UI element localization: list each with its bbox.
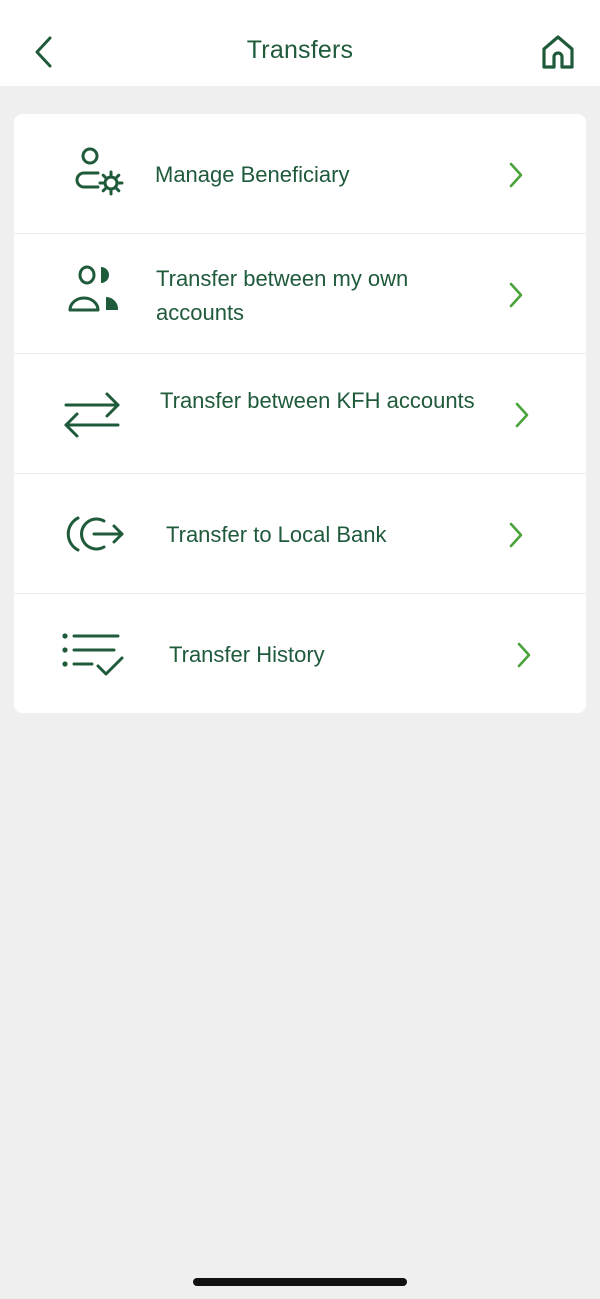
chevron-right-icon xyxy=(504,520,528,550)
list-check-icon xyxy=(60,622,124,686)
menu-item-label: Transfer between my own accounts xyxy=(156,266,409,325)
menu-item-kfh-accounts[interactable]: Transfer between KFH accounts xyxy=(14,354,586,474)
bank-exit-icon xyxy=(60,502,124,566)
user-gear-icon xyxy=(60,142,124,206)
menu-item-own-accounts[interactable]: Transfer between my own accounts xyxy=(14,234,586,354)
chevron-right-icon xyxy=(512,640,536,670)
home-indicator xyxy=(193,1278,407,1286)
menu-item-manage-beneficiary[interactable]: Manage Beneficiary xyxy=(14,114,586,234)
page-title: Transfers xyxy=(246,36,354,64)
top-bar: Transfers xyxy=(0,0,600,86)
menu-item-label: Transfer to Local Bank xyxy=(166,522,387,547)
chevron-right-icon xyxy=(504,160,528,190)
transfers-menu: Manage Beneficiary Transfer between my o… xyxy=(14,114,586,713)
menu-item-label: Transfer between KFH accounts xyxy=(160,388,475,413)
users-icon xyxy=(60,262,124,326)
home-icon xyxy=(542,35,574,69)
menu-item-local-bank[interactable]: Transfer to Local Bank xyxy=(14,474,586,594)
chevron-right-icon xyxy=(504,280,528,310)
home-button[interactable] xyxy=(534,28,582,76)
swap-arrows-icon xyxy=(60,382,124,446)
menu-item-label: Manage Beneficiary xyxy=(155,162,350,187)
chevron-right-icon xyxy=(510,400,534,430)
menu-item-transfer-history[interactable]: Transfer History xyxy=(14,594,586,713)
menu-item-label: Transfer History xyxy=(169,642,325,667)
